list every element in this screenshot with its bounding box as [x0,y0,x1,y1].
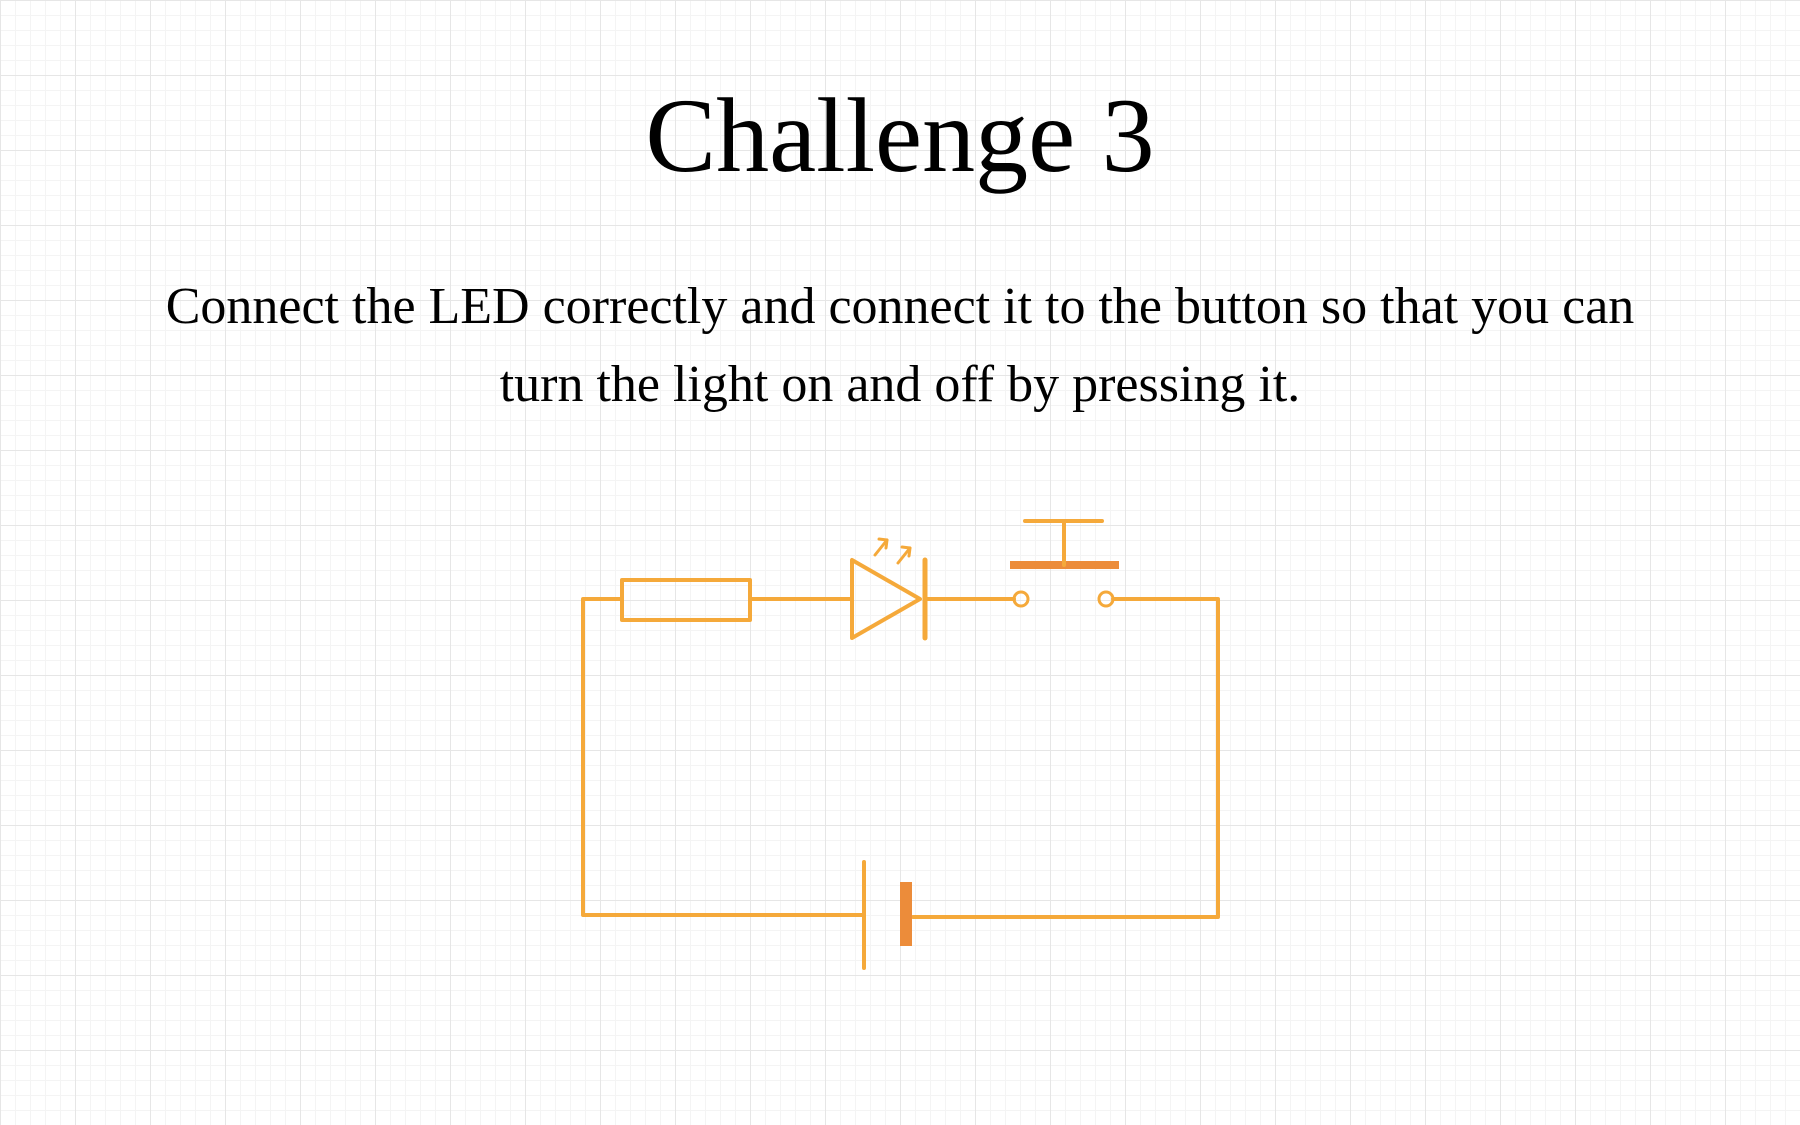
wire-left [581,597,864,917]
wire-right [911,597,1220,919]
led-light-arrows [873,537,912,565]
battery [862,860,912,970]
led [850,557,928,641]
circuit-diagram [581,519,1220,970]
resistor [620,578,752,622]
push-button [1010,519,1119,608]
